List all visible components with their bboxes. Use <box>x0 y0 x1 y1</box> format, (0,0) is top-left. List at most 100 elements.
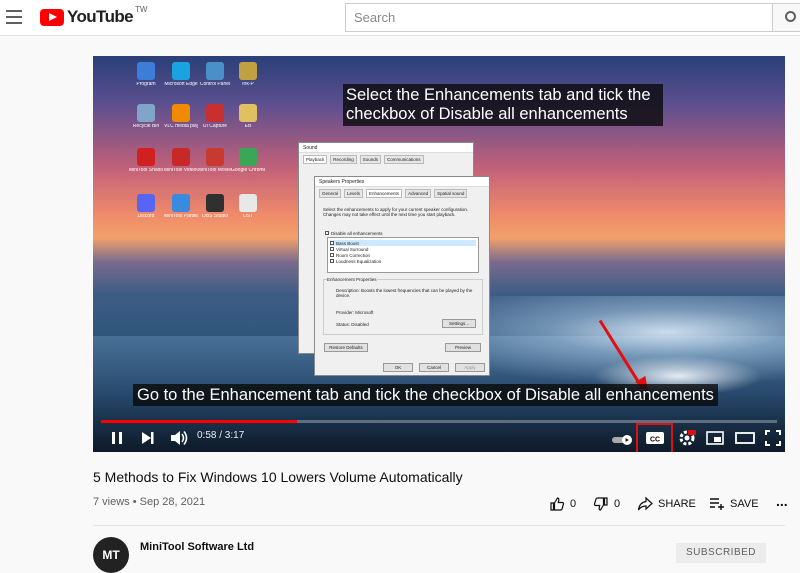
cancel-button[interactable]: Cancel <box>419 363 449 372</box>
desktop-icon-label: Microsoft Edge <box>164 82 198 87</box>
subscribe-button[interactable]: SUBSCRIBED <box>676 543 766 563</box>
app-icon <box>137 104 155 122</box>
desktop-icon-label: OST <box>242 214 254 219</box>
app-icon <box>239 148 257 166</box>
app-icon <box>206 148 224 166</box>
fullscreen-icon[interactable] <box>763 428 783 448</box>
autoplay-toggle[interactable] <box>611 430 635 450</box>
youtube-logo[interactable]: YouTube TW <box>40 5 147 27</box>
checkbox-icon <box>330 253 334 257</box>
dialog-tab[interactable]: Advanced <box>405 189 432 198</box>
props-intro: Select the enhancements to apply for you… <box>323 207 469 217</box>
dialog-tab[interactable]: General <box>319 189 342 198</box>
desktop-icon-label: MiniTool Partition <box>164 214 198 219</box>
search-icon <box>785 11 796 22</box>
desktop-icon[interactable]: MiniTool ShadowMaker <box>129 148 163 184</box>
app-icon <box>239 104 257 122</box>
dialog-tab[interactable]: Enhancements <box>366 189 403 198</box>
desktop-icon[interactable]: Discord <box>129 194 163 230</box>
video-meta: 7 views • Sep 28, 2021 <box>93 496 206 508</box>
desktop-icon[interactable]: Ink-P <box>231 62 265 98</box>
app-icon <box>172 148 190 166</box>
more-actions-button[interactable]: ... <box>776 493 788 509</box>
desktop-icon-label: MiniTool VideoConvert <box>164 168 198 173</box>
desktop-icon-label: EB <box>244 124 252 129</box>
next-icon[interactable] <box>139 428 157 448</box>
channel-avatar[interactable]: MT <box>93 537 129 573</box>
desktop-icon-label: MiniTool MovieMaker <box>198 168 232 173</box>
desktop-icon-label: Recycle Bin <box>132 124 160 129</box>
desktop-icon[interactable]: EB <box>231 104 265 140</box>
checkbox-icon <box>330 247 334 251</box>
dialog-tab[interactable]: Levels <box>344 189 364 198</box>
props-dialog-tabs: General Levels Enhancements Advanced Spatial… <box>315 187 489 200</box>
enhancement-option[interactable]: Loudness Equalization <box>330 258 476 264</box>
theater-mode-icon[interactable] <box>735 428 755 448</box>
dialog-tab[interactable]: Communications <box>384 155 424 164</box>
enhancements-list[interactable]: Bass Boost Virtual Surround Room Correctio… <box>327 237 479 273</box>
desktop-icon-label: Program <box>136 82 156 87</box>
desktop-icon-label: Control Panel <box>199 82 231 87</box>
restore-defaults-button[interactable]: Restore Defaults <box>324 343 368 352</box>
desktop-icon[interactable]: UI Capture <box>198 104 232 140</box>
app-icon <box>172 62 190 80</box>
channel-name[interactable]: MiniTool Software Ltd <box>140 541 254 553</box>
desktop-icon[interactable]: VLC media player <box>164 104 198 140</box>
speakers-properties-dialog: Speakers Properties General Levels Enhance… <box>314 176 490 376</box>
app-icon <box>206 62 224 80</box>
desktop-icon-label: Ink-P <box>242 82 254 87</box>
dialog-tab[interactable]: Playback <box>303 155 328 164</box>
app-icon <box>206 104 224 122</box>
progress-played <box>101 420 298 423</box>
desktop-icon[interactable]: Google Chrome <box>231 148 265 184</box>
checkbox-icon <box>330 259 334 263</box>
miniplayer-icon[interactable] <box>705 428 725 448</box>
apply-button[interactable]: Apply <box>455 363 485 372</box>
video-player[interactable]: Program Microsoft Edge Control Panel Ink-P R… <box>93 56 785 452</box>
dialog-tab[interactable]: Recording <box>330 155 357 164</box>
share-icon <box>637 496 653 511</box>
dislike-button[interactable]: 0 <box>593 496 620 512</box>
search-button[interactable] <box>772 3 800 32</box>
desktop-icon-label: OBS Studio <box>201 214 229 219</box>
ok-button[interactable]: OK <box>383 363 413 372</box>
volume-icon[interactable] <box>169 428 189 448</box>
desktop-icon[interactable]: Control Panel <box>198 62 232 98</box>
desktop-icon-label: UI Capture <box>202 124 228 129</box>
save-button[interactable]: SAVE <box>709 496 759 512</box>
instruction-caption: Select the Enhancements tab and tick the… <box>343 84 663 126</box>
desktop-icon[interactable]: OBS Studio <box>198 194 232 230</box>
disable-all-checkbox[interactable]: Disable all enhancements <box>325 230 383 236</box>
progress-bar[interactable] <box>101 420 777 423</box>
desktop-icon[interactable]: Microsoft Edge <box>164 62 198 98</box>
app-icon <box>206 194 224 212</box>
app-icon <box>137 148 155 166</box>
desktop-icon[interactable]: MiniTool MovieMaker <box>198 148 232 184</box>
settings-button[interactable]: Settings... <box>442 319 476 328</box>
app-icon <box>172 194 190 212</box>
menu-icon[interactable] <box>6 10 22 24</box>
time-display: 0:58 / 3:17 <box>197 430 245 441</box>
checkbox-icon <box>330 241 334 245</box>
share-button[interactable]: SHARE <box>637 496 696 512</box>
pause-icon[interactable] <box>109 428 125 448</box>
desktop-icon-label: Discord <box>137 214 155 219</box>
masthead: YouTube TW Search <box>0 0 800 36</box>
desktop-icon[interactable]: Recycle Bin <box>129 104 163 140</box>
desktop-icon[interactable]: MiniTool Partition <box>164 194 198 230</box>
thumbs-up-icon <box>550 497 565 511</box>
desktop-icon[interactable]: Program <box>129 62 163 98</box>
app-icon <box>137 62 155 80</box>
preview-button[interactable]: Preview <box>445 343 481 352</box>
settings-icon[interactable] <box>677 428 697 448</box>
sound-dialog-title: Sound <box>299 143 473 153</box>
app-icon <box>172 104 190 122</box>
dialog-tab[interactable]: Sounds <box>359 155 382 164</box>
desktop-icon[interactable]: OST <box>231 194 265 230</box>
search-input[interactable]: Search <box>345 3 773 32</box>
like-button[interactable]: 0 <box>549 496 576 512</box>
props-dialog-title: Speakers Properties <box>315 177 489 187</box>
desktop-icon[interactable]: MiniTool VideoConvert <box>164 148 198 184</box>
dialog-tab[interactable]: Spatial sound <box>434 189 468 198</box>
app-icon <box>239 62 257 80</box>
